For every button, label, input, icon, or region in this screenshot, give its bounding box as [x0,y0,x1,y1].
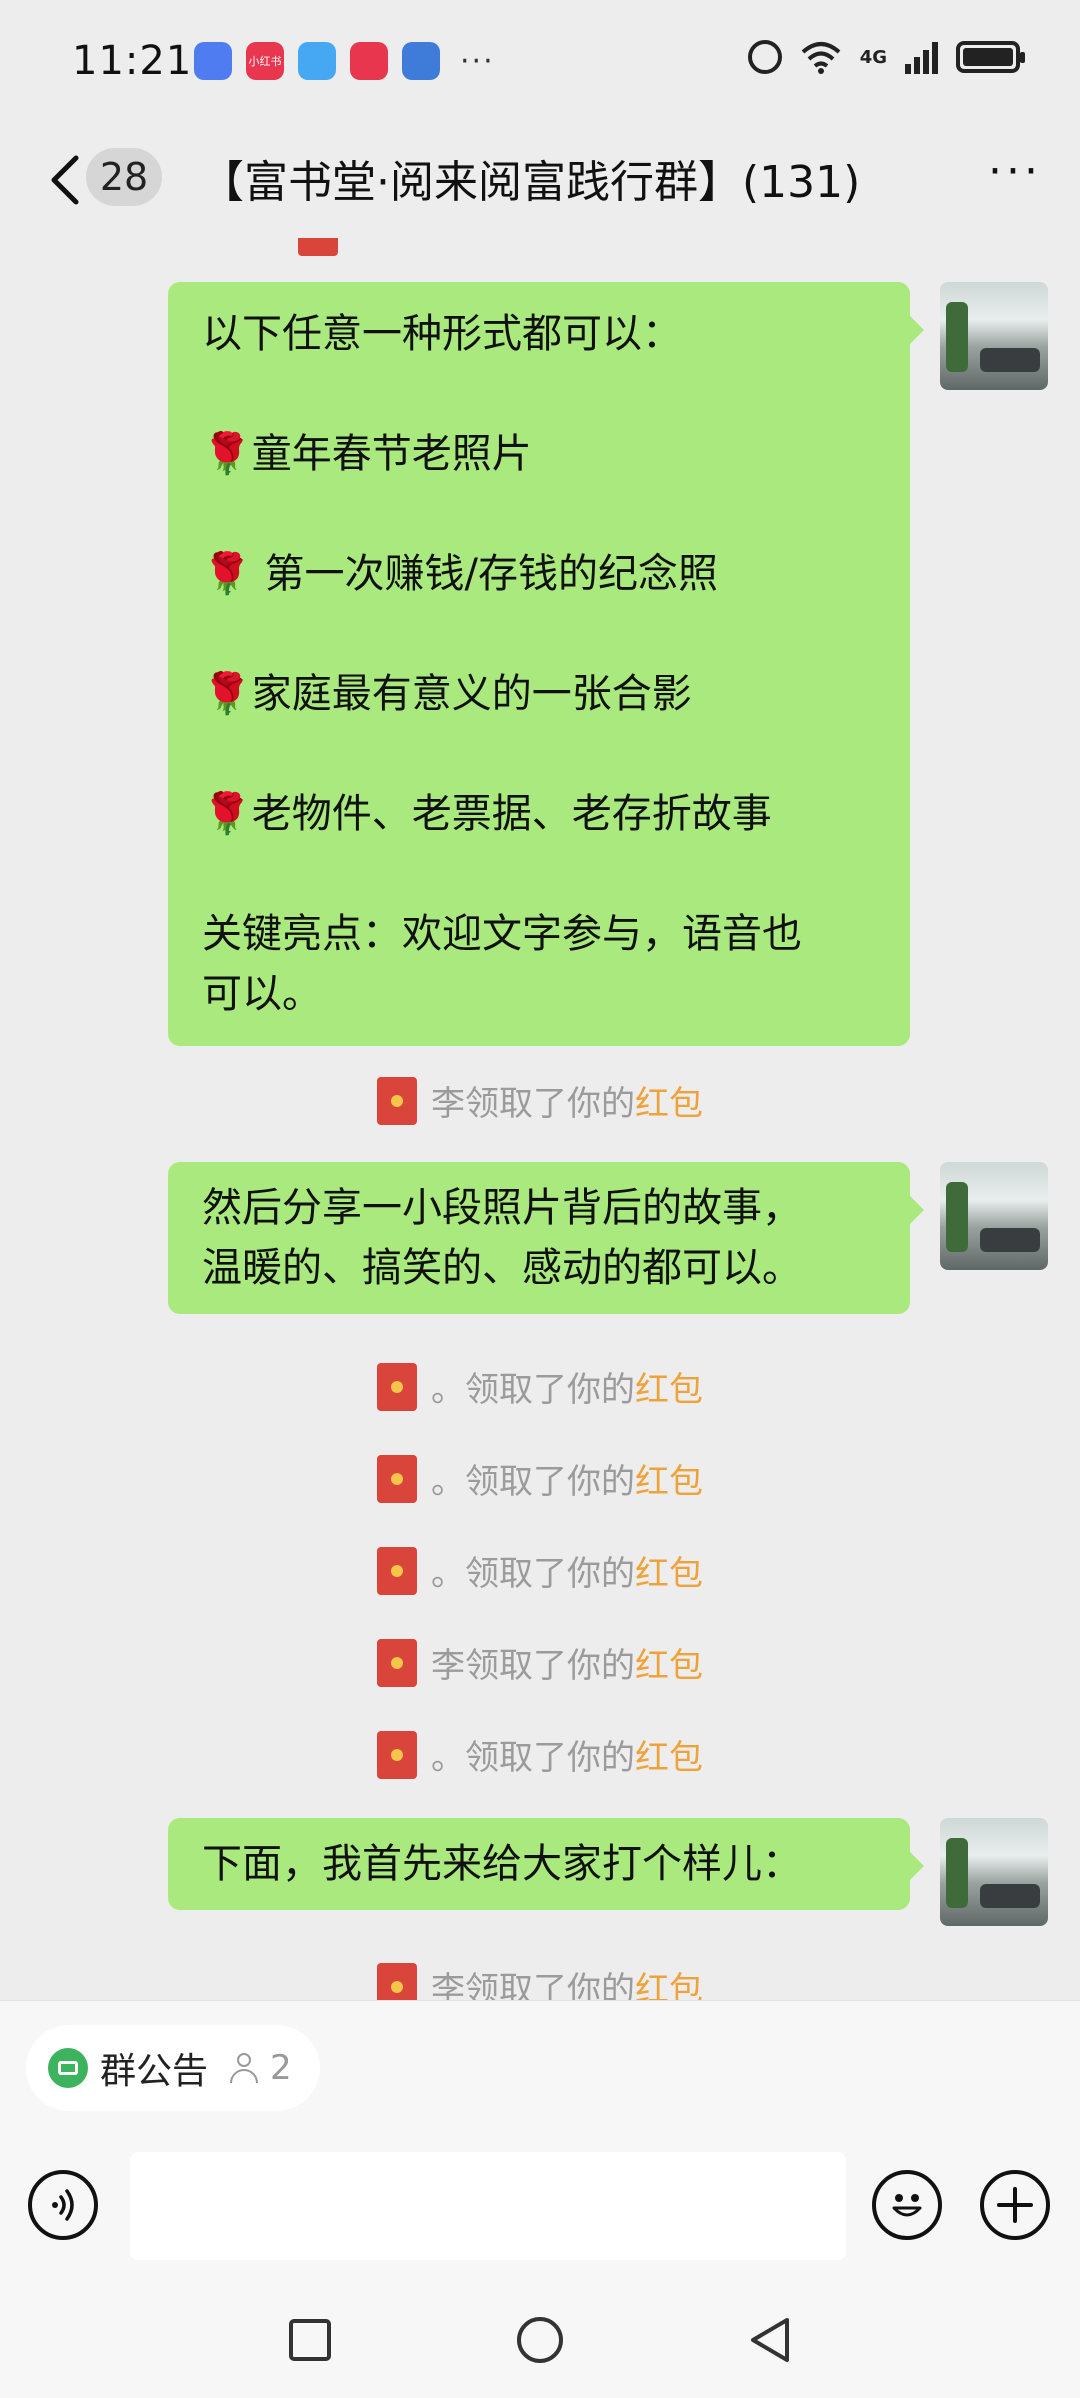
red-packet-notice: 。 领取了你的 红包 [0,1362,1080,1411]
message-line [202,724,876,784]
red-packet-icon [377,1454,417,1503]
message-bubble[interactable]: 下面，我首先来给大家打个样儿： [168,1818,924,1910]
receiver-name: 李 [431,1970,465,2000]
receiver-name: 。 [431,1738,465,1778]
home-button[interactable] [510,2310,570,2370]
receiver-name: 李 [431,1646,465,1686]
wifi-icon [801,42,841,74]
files-app-icon [402,42,440,80]
message-line [202,364,876,424]
compass-app-icon [194,42,232,80]
message-line: 然后分享一小段照片背后的故事， [202,1185,802,1231]
notice-text: 领取了你的 [465,1554,635,1594]
battery-icon [956,41,1025,73]
person-icon [230,2053,259,2083]
recents-button[interactable] [280,2310,340,2370]
message-line [202,844,876,904]
add-button[interactable] [980,2170,1050,2240]
notice-icon [48,2048,88,2088]
notice-label: 群公告 [100,2051,209,2092]
plus-icon [997,2187,1033,2223]
notice-text: 领取了你的 [465,1970,635,2000]
receiver-name: 。 [431,1554,465,1594]
red-packet-notice: 。 领取了你的 红包 [0,1454,1080,1503]
red-packet-link[interactable]: 红包 [635,1730,703,1779]
chat-history[interactable]: 以下任意一种形式都可以： 🌹童年春节老照片 🌹 第一次赚钱/存钱的纪念照 🌹家庭… [0,238,1080,2000]
voice-icon [52,2189,74,2221]
avatar[interactable] [940,282,1048,390]
notice-text: 领取了你的 [465,1462,635,1502]
avatar[interactable] [940,1162,1048,1270]
red-packet-notice: 李 领取了你的 红包 [0,1962,1080,2000]
chat-header: 28 【富书堂·阅来阅富践行群】(131) ··· [0,128,1080,238]
message-bubble[interactable]: 然后分享一小段照片背后的故事， 温暖的、搞笑的、感动的都可以。 [168,1162,924,1314]
group-notice-bar: 群公告 2 [0,2000,1080,2131]
chat-title: 【富书堂·阅来阅富践行群】(131) [200,157,861,208]
status-bar: 11:21 小红书 ··· 4G [0,0,1080,128]
chevron-left-icon [51,155,79,205]
system-nav-bar [0,2282,1080,2398]
message-line [202,484,876,544]
red-packet-link[interactable]: 红包 [635,1638,703,1687]
message-line [202,604,876,664]
unread-count-badge[interactable]: 28 [86,148,162,206]
red-packet-link[interactable]: 红包 [635,1962,703,2000]
notice-text: 领取了你的 [465,1084,635,1124]
red-packet-link[interactable]: 红包 [635,1454,703,1503]
message-line: 🌹 第一次赚钱/存钱的纪念照 [202,551,718,597]
message-bubble[interactable]: 以下任意一种形式都可以： 🌹童年春节老照片 🌹 第一次赚钱/存钱的纪念照 🌹家庭… [168,282,924,1046]
message-line: 🌹童年春节老照片 [202,431,532,477]
back-nav-button[interactable] [740,2310,800,2370]
red-packet-icon [377,1638,417,1687]
circle-icon [517,2317,563,2363]
system-icons: 4G [747,40,1025,74]
notice-text: 领取了你的 [465,1646,635,1686]
avatar[interactable] [940,1818,1048,1926]
message-line: 下面，我首先来给大家打个样儿： [202,1841,802,1887]
receiver-name: 。 [431,1370,465,1410]
red-packet-icon [377,1730,417,1779]
alarm-icon [747,40,782,74]
square-icon [289,2319,331,2361]
signal-icon [905,40,938,74]
notice-text: 领取了你的 [465,1738,635,1778]
status-time: 11:21 [72,38,193,84]
input-bar [0,2130,1080,2282]
red-packet-icon [377,1076,417,1125]
message-input[interactable] [130,2152,846,2260]
red-packet-icon [298,238,338,256]
red-packet-icon [377,1546,417,1595]
more-notifications-icon: ··· [460,43,495,79]
red-packet-notice: 李 领取了你的 红包 [0,1076,1080,1125]
receiver-name: 。 [431,1462,465,1502]
health-app-icon [350,42,388,80]
red-packet-link[interactable]: 红包 [635,1546,703,1595]
red-packet-link[interactable]: 红包 [635,1076,703,1125]
message-line: 关键亮点：欢迎文字参与，语音也 [202,911,802,957]
notice-text: 领取了你的 [465,1370,635,1410]
red-packet-link[interactable]: 红包 [635,1362,703,1411]
message-line: 可以。 [202,971,322,1017]
message-line: 温暖的、搞笑的、感动的都可以。 [202,1245,802,1291]
red-packet-notice: 。 领取了你的 红包 [0,1730,1080,1779]
red-packet-icon [377,1362,417,1411]
smiley-icon [892,2194,922,2217]
message-line: 🌹老物件、老票据、老存折故事 [202,791,772,837]
message-line: 以下任意一种形式都可以： [202,311,682,357]
red-packet-notice: 李 领取了你的 红包 [0,1638,1080,1687]
message-line: 🌹家庭最有意义的一张合影 [202,671,692,717]
red-packet-notice: 。 领取了你的 红包 [0,1546,1080,1595]
weather-app-icon [298,42,336,80]
notification-icons: 小红书 ··· [194,42,495,80]
emoji-button[interactable] [872,2170,942,2240]
red-packet-icon [377,1962,417,2000]
group-notice-button[interactable]: 群公告 2 [26,2025,320,2111]
network-type: 4G [859,46,887,68]
triangle-back-icon [751,2318,789,2362]
voice-button[interactable] [28,2170,98,2240]
xiaohongshu-app-icon: 小红书 [246,42,284,80]
receiver-name: 李 [431,1084,465,1124]
notice-count: 2 [270,2048,292,2088]
more-options-button[interactable]: ··· [988,146,1042,197]
